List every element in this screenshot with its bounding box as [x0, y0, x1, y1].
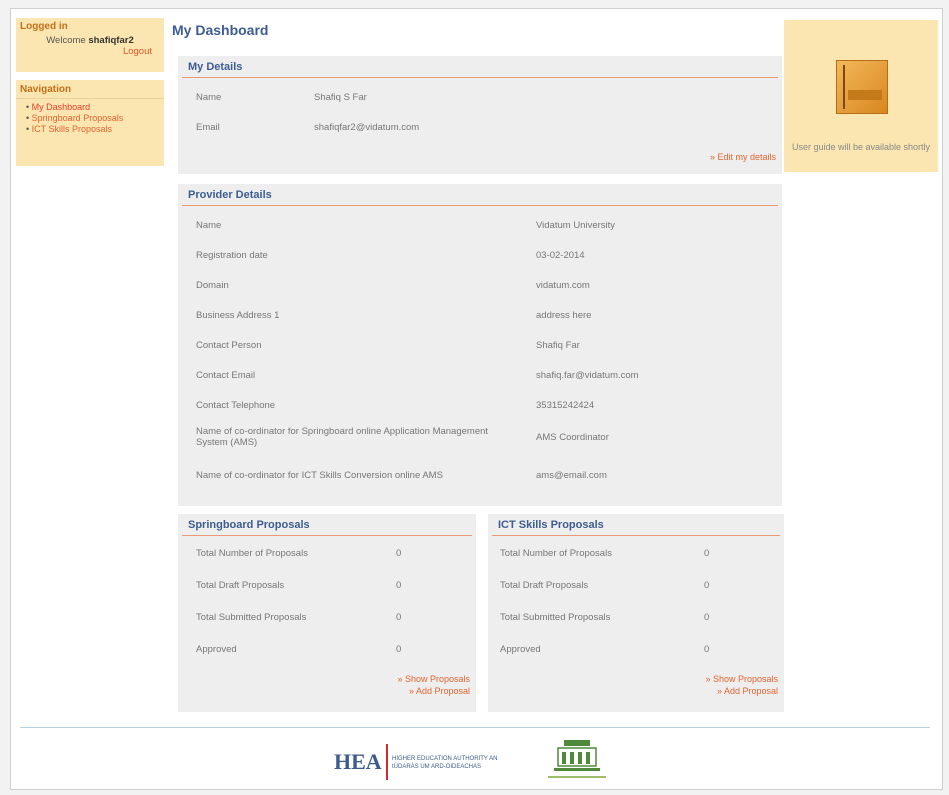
springboard-total-label: Total Number of Proposals [196, 548, 308, 559]
provider-details-heading: Provider Details [182, 184, 778, 206]
springboard-submitted-label: Total Submitted Proposals [196, 612, 307, 623]
springboard-proposals-heading: Springboard Proposals [182, 514, 472, 536]
springboard-show-proposals-link[interactable]: » Show Proposals [397, 674, 470, 684]
contact-telephone-value: 35315242424 [536, 400, 595, 411]
springboard-draft-value: 0 [396, 580, 402, 591]
springboard-approved-value: 0 [396, 644, 402, 655]
ict-skills-proposals-panel: ICT Skills Proposals Total Number of Pro… [488, 514, 784, 712]
ict-total-label: Total Number of Proposals [500, 548, 612, 559]
business-address-value: address here [536, 310, 592, 321]
nav-item-ict-skills-proposals[interactable]: ICT Skills Proposals [26, 124, 164, 135]
ict-coordinator-label: Name of co-ordinator for ICT Skills Conv… [196, 470, 443, 481]
user-guide-book-icon[interactable] [836, 60, 888, 114]
logout-link[interactable]: Logout [16, 46, 164, 57]
login-box: Logged in Welcome shafiqfar2 Logout [16, 18, 164, 72]
domain-label: Domain [196, 280, 229, 291]
contact-email-label: Contact Email [196, 370, 256, 381]
ict-submitted-value: 0 [704, 612, 710, 623]
ict-skills-proposals-heading: ICT Skills Proposals [492, 514, 780, 536]
ict-draft-label: Total Draft Proposals [500, 580, 589, 591]
edit-my-details-link[interactable]: » Edit my details [710, 152, 776, 162]
hea-logo-divider [386, 744, 388, 780]
registration-date-value: 03-02-2014 [536, 250, 585, 261]
nav-item-springboard-proposals[interactable]: Springboard Proposals [26, 113, 164, 124]
business-address-label: Business Address 1 [196, 310, 280, 321]
login-heading: Logged in [20, 21, 68, 32]
springboard-submitted-value: 0 [396, 612, 402, 623]
user-guide-book-label-icon [848, 90, 882, 100]
contact-person-label: Contact Person [196, 340, 262, 351]
hea-logo: HEA [334, 749, 382, 774]
provider-name-value: Vidatum University [536, 220, 616, 231]
ict-draft-value: 0 [704, 580, 710, 591]
springboard-total-value: 0 [396, 548, 402, 559]
my-details-heading: My Details [182, 56, 778, 78]
hea-logo-text: HIGHER EDUCATION AUTHORITY AN tÚDARÁS UM… [392, 756, 498, 770]
springboard-proposals-panel: Springboard Proposals Total Number of Pr… [178, 514, 476, 712]
my-details-email-label: Email [196, 122, 220, 133]
ict-approved-label: Approved [500, 644, 541, 655]
springboard-add-proposal-link[interactable]: » Add Proposal [409, 686, 470, 696]
welcome-text: Welcome shafiqfar2 [16, 35, 164, 46]
contact-email-value: shafiq.far@vidatum.com [536, 370, 639, 381]
ict-add-proposal-link[interactable]: » Add Proposal [717, 686, 778, 696]
footer-separator [20, 727, 930, 728]
ict-show-proposals-link[interactable]: » Show Proposals [705, 674, 778, 684]
user-guide-text: User guide will be available shortly [791, 142, 931, 152]
provider-details-panel: Provider Details Name Vidatum University… [178, 184, 782, 506]
my-details-name-value: Shafiq S Far [314, 92, 367, 103]
nav-item-my-dashboard[interactable]: My Dashboard [26, 102, 164, 113]
my-details-panel: My Details Name Shafiq S Far Email shafi… [178, 56, 782, 174]
domain-value: vidatum.com [536, 280, 590, 291]
contact-telephone-label: Contact Telephone [196, 400, 276, 411]
my-details-email-value: shafiqfar2@vidatum.com [314, 122, 420, 133]
ict-submitted-label: Total Submitted Proposals [500, 612, 611, 623]
ict-coordinator-value: ams@email.com [536, 470, 607, 481]
springboard-draft-label: Total Draft Proposals [196, 580, 285, 591]
ict-total-value: 0 [704, 548, 710, 559]
page-title: My Dashboard [172, 22, 269, 38]
navigation-box: Navigation My Dashboard Springboard Prop… [16, 80, 164, 166]
user-guide-box: User guide will be available shortly [784, 20, 938, 172]
springboard-coordinator-label: Name of co-ordinator for Springboard onl… [196, 426, 489, 448]
username: shafiqfar2 [88, 35, 134, 46]
springboard-coordinator-value: AMS Coordinator [536, 432, 609, 443]
contact-person-value: Shafiq Far [536, 340, 580, 351]
registration-date-label: Registration date [196, 250, 268, 261]
provider-name-label: Name [196, 220, 222, 231]
nav-list: My Dashboard Springboard Proposals ICT S… [16, 102, 164, 135]
navigation-heading: Navigation [16, 80, 164, 99]
government-crest-icon [548, 740, 606, 778]
springboard-approved-label: Approved [196, 644, 237, 655]
ict-approved-value: 0 [704, 644, 710, 655]
welcome-prefix: Welcome [46, 35, 86, 46]
my-details-name-label: Name [196, 92, 222, 103]
